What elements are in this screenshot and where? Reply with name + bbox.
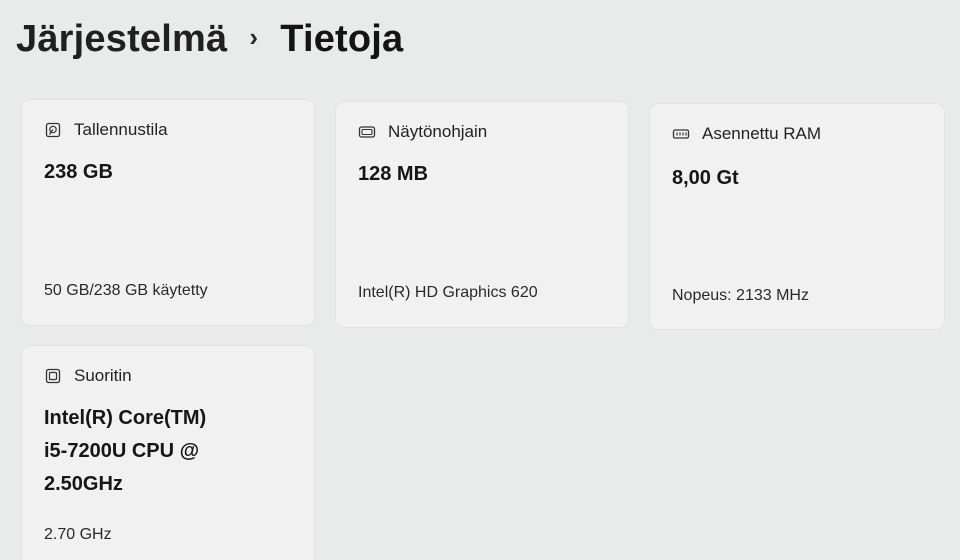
gpu-memory-value: 128 MB: [358, 163, 429, 185]
breadcrumb: Järjestelmä › Tietoja: [16, 18, 403, 61]
cpu-model-line: i5-7200U CPU @: [44, 440, 200, 462]
breadcrumb-parent-link[interactable]: Järjestelmä: [16, 18, 227, 61]
ram-card: Asennettu RAM 8,00 Gt Nopeus: 2133 MHz: [650, 104, 944, 329]
storage-drive-icon: [44, 121, 62, 139]
page-title: Tietoja: [280, 18, 404, 60]
storage-capacity-value: 238 GB: [44, 161, 113, 183]
cpu-speed-text: 2.70 GHz: [44, 526, 112, 543]
ram-installed-value: 8,00 Gt: [672, 167, 739, 189]
cpu-card-header: Suoritin: [44, 366, 132, 386]
cpu-card: Suoritin Intel(R) Core(TM) i5-7200U CPU …: [22, 346, 314, 560]
memory-icon: [672, 125, 690, 143]
graphics-card-icon: [358, 123, 376, 141]
gpu-card-label: Näytönohjain: [388, 122, 488, 141]
ram-speed-text: Nopeus: 2133 MHz: [672, 287, 809, 304]
gpu-model-text: Intel(R) HD Graphics 620: [358, 284, 538, 301]
gpu-card-header: Näytönohjain: [358, 122, 487, 142]
breadcrumb-separator: ›: [249, 22, 259, 52]
ram-card-header: Asennettu RAM: [672, 124, 821, 144]
cpu-card-label: Suoritin: [74, 366, 132, 385]
ram-card-label: Asennettu RAM: [702, 124, 822, 143]
storage-usage-text: 50 GB/238 GB käytetty: [44, 282, 208, 299]
storage-card-label: Tallennustila: [74, 120, 168, 139]
gpu-card: Näytönohjain 128 MB Intel(R) HD Graphics…: [336, 102, 628, 327]
cpu-model-line: 2.50GHz: [44, 473, 123, 495]
storage-card: Tallennustila 238 GB 50 GB/238 GB käytet…: [22, 100, 314, 325]
processor-icon: [44, 367, 62, 385]
storage-card-header: Tallennustila: [44, 120, 168, 140]
cpu-model-line: Intel(R) Core(TM): [44, 407, 207, 429]
cpu-model-value: Intel(R) Core(TM) i5-7200U CPU @ 2.50GHz: [44, 402, 274, 501]
